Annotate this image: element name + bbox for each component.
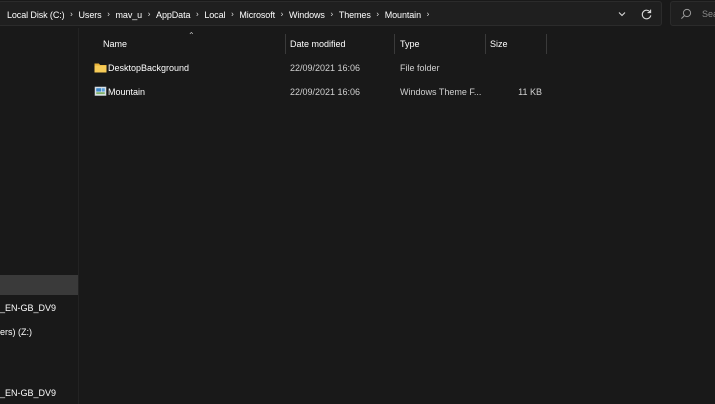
chevron-right-icon[interactable]: › (65, 10, 79, 19)
breadcrumb-item-local[interactable]: Local (204, 10, 225, 20)
breadcrumb-item-local-disk[interactable]: Local Disk (C:) (7, 10, 65, 20)
column-header-date-modified[interactable]: Date modified (290, 34, 346, 54)
column-header-name[interactable]: Name (103, 34, 127, 54)
breadcrumb-item-users[interactable]: Users (79, 10, 102, 20)
breadcrumb-item-appdata[interactable]: AppData (156, 10, 190, 20)
chevron-right-icon[interactable]: › (225, 10, 239, 19)
breadcrumb-item-themes[interactable]: Themes (339, 10, 371, 20)
file-row[interactable]: Mountain 22/09/2021 16:06 Windows Theme … (90, 81, 560, 103)
file-size (490, 57, 542, 79)
file-list-pane[interactable]: ⌃ Name Date modified Type Size DesktopBa… (80, 28, 715, 404)
breadcrumb-item-mountain[interactable]: Mountain (385, 10, 421, 20)
chevron-right-icon[interactable]: › (325, 10, 339, 19)
theme-file-icon (94, 86, 107, 96)
nav-item-drive-en-gb-2[interactable]: _EN-GB_DV9 (0, 383, 78, 403)
breadcrumb-item-user[interactable]: mav_u (116, 10, 143, 20)
folder-icon (94, 63, 107, 73)
column-divider[interactable] (546, 34, 547, 54)
address-bar[interactable]: Local Disk (C:) › Users › mav_u › AppDat… (0, 1, 662, 26)
search-placeholder: Sea (702, 9, 715, 19)
breadcrumb-item-windows[interactable]: Windows (289, 10, 325, 20)
address-bar-row: Local Disk (C:) › Users › mav_u › AppDat… (0, 0, 715, 28)
chevron-right-icon[interactable]: › (421, 10, 435, 19)
nav-item-drive-en-gb[interactable]: _EN-GB_DV9 (0, 298, 78, 318)
column-header-type[interactable]: Type (400, 34, 420, 54)
sort-ascending-icon: ⌃ (188, 31, 195, 40)
breadcrumb: Local Disk (C:) › Users › mav_u › AppDat… (7, 2, 435, 27)
column-header-size[interactable]: Size (490, 34, 508, 54)
nav-item-selected[interactable] (0, 275, 78, 295)
file-row[interactable]: DesktopBackground 22/09/2021 16:06 File … (90, 57, 560, 79)
file-date-modified: 22/09/2021 16:06 (290, 63, 361, 73)
nav-item-network-drive-z[interactable]: ers) (Z:) (0, 322, 78, 342)
file-name: DesktopBackground (108, 63, 190, 73)
navigation-pane[interactable]: _EN-GB_DV9 ers) (Z:) _EN-GB_DV9 (0, 28, 79, 404)
file-size: 11 KB (518, 87, 542, 97)
chevron-right-icon[interactable]: › (102, 10, 116, 19)
refresh-icon[interactable] (640, 8, 653, 21)
chevron-right-icon[interactable]: › (190, 10, 204, 19)
chevron-down-icon[interactable] (616, 8, 628, 20)
column-divider[interactable] (394, 34, 395, 54)
breadcrumb-item-microsoft[interactable]: Microsoft (239, 10, 275, 20)
search-icon (681, 8, 692, 19)
chevron-right-icon[interactable]: › (371, 10, 385, 19)
column-divider[interactable] (485, 34, 486, 54)
file-type: Windows Theme F... (400, 87, 482, 97)
column-divider[interactable] (285, 34, 286, 54)
search-input[interactable]: Sea (670, 1, 715, 26)
chevron-right-icon[interactable]: › (275, 10, 289, 19)
file-date-modified: 22/09/2021 16:06 (290, 87, 361, 97)
chevron-right-icon[interactable]: › (142, 10, 156, 19)
file-type: File folder (400, 63, 440, 73)
file-name: Mountain (108, 87, 146, 97)
